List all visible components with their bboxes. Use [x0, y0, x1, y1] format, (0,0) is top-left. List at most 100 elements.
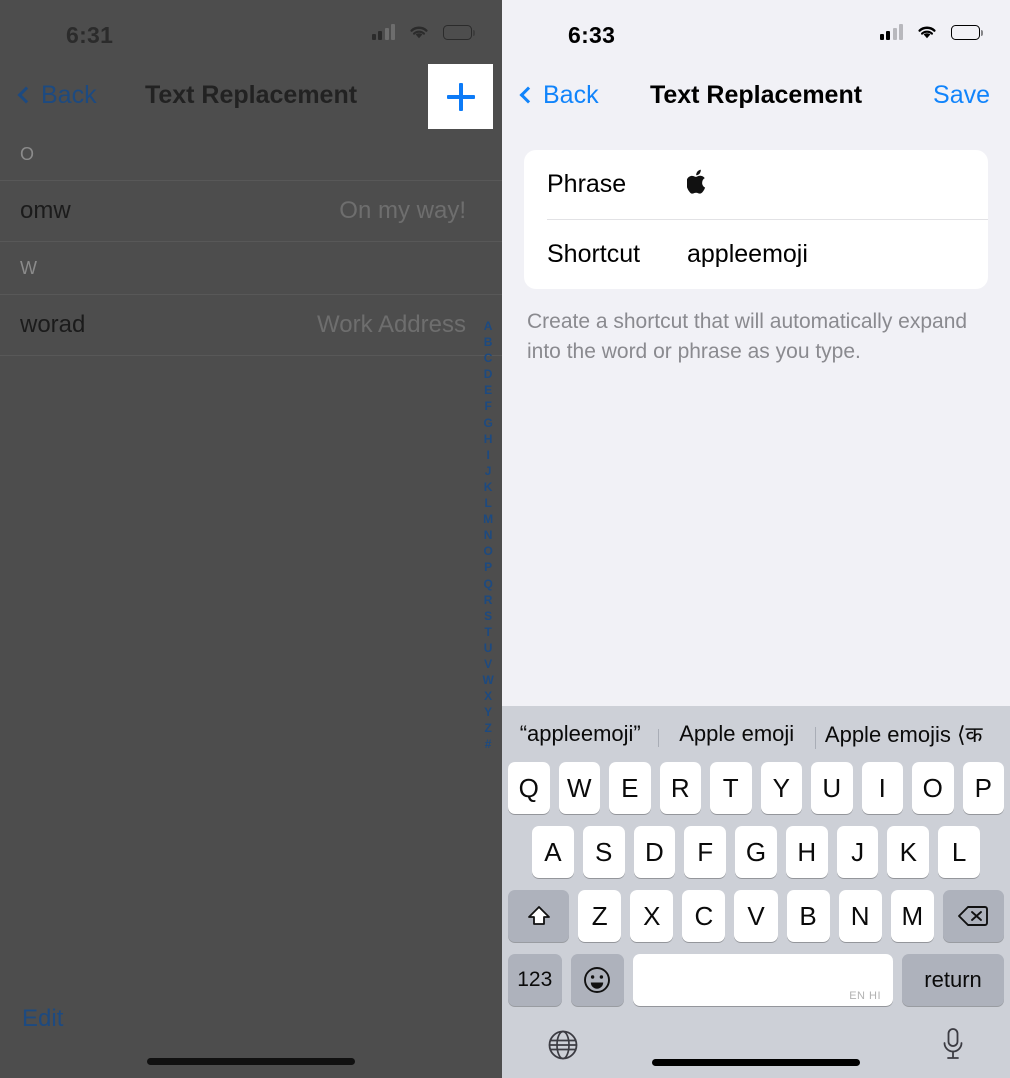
key-o[interactable]: O: [912, 762, 954, 814]
shortcut-row[interactable]: Shortcut appleemoji: [524, 220, 988, 289]
key-r[interactable]: R: [659, 762, 701, 814]
add-replacement-button[interactable]: [428, 64, 493, 129]
keyboard-row-3: ZXCVBNM: [502, 890, 1010, 942]
index-letter[interactable]: X: [484, 688, 492, 704]
space-language-label: EN HI: [849, 990, 882, 1002]
edit-button[interactable]: Edit: [22, 1005, 63, 1033]
index-letter[interactable]: C: [484, 350, 493, 366]
index-letter[interactable]: G: [483, 415, 493, 431]
emoji-key[interactable]: [570, 954, 625, 1006]
left-nav-bar: Back Text Replacement: [0, 62, 502, 128]
key-z[interactable]: Z: [578, 890, 622, 942]
key-u[interactable]: U: [811, 762, 853, 814]
right-phone-screen: 6:33 Back Text Replacement Save Phrase S…: [502, 0, 1010, 1078]
index-letter[interactable]: L: [484, 495, 492, 511]
key-p[interactable]: P: [962, 762, 1004, 814]
home-indicator: [652, 1059, 860, 1066]
index-letter[interactable]: O: [483, 543, 493, 559]
key-k[interactable]: K: [887, 826, 930, 878]
backspace-key[interactable]: [942, 890, 1005, 942]
index-letter[interactable]: S: [484, 608, 492, 624]
table-row[interactable]: worad Work Address: [0, 294, 502, 356]
index-letter[interactable]: W: [482, 672, 494, 688]
key-i[interactable]: I: [861, 762, 903, 814]
dictation-key[interactable]: [940, 1027, 966, 1068]
index-letter[interactable]: I: [486, 447, 490, 463]
key-s[interactable]: S: [582, 826, 625, 878]
table-row[interactable]: omw On my way!: [0, 180, 502, 242]
key-t[interactable]: T: [710, 762, 752, 814]
key-c[interactable]: C: [682, 890, 726, 942]
key-y[interactable]: Y: [760, 762, 802, 814]
key-w[interactable]: W: [558, 762, 600, 814]
back-button[interactable]: Back: [519, 80, 599, 110]
index-letter[interactable]: M: [483, 511, 493, 527]
key-h[interactable]: H: [785, 826, 828, 878]
index-letter[interactable]: H: [484, 431, 493, 447]
index-letter[interactable]: A: [484, 318, 493, 334]
key-g[interactable]: G: [735, 826, 777, 878]
index-letter[interactable]: T: [484, 624, 492, 640]
section-header: W: [20, 257, 37, 278]
keyboard-bottom-bar: [502, 1016, 1010, 1078]
phrase-input[interactable]: [686, 169, 709, 200]
key-x[interactable]: X: [630, 890, 674, 942]
key-a[interactable]: A: [531, 826, 574, 878]
key-q[interactable]: Q: [508, 762, 550, 814]
index-letter[interactable]: D: [484, 366, 493, 382]
index-letter[interactable]: J: [485, 463, 492, 479]
numbers-key[interactable]: 123: [508, 954, 562, 1006]
index-letter[interactable]: E: [484, 382, 492, 398]
index-letter[interactable]: V: [484, 656, 492, 672]
back-button[interactable]: Back: [17, 81, 97, 110]
index-letter[interactable]: N: [484, 527, 493, 543]
globe-key[interactable]: [546, 1028, 580, 1067]
form-help-text: Create a shortcut that will automaticall…: [527, 310, 968, 363]
return-key[interactable]: return: [902, 954, 1004, 1006]
index-letter[interactable]: P: [484, 559, 492, 575]
index-letter[interactable]: Q: [483, 576, 493, 592]
index-letter[interactable]: F: [484, 398, 492, 414]
shortcut-label: Shortcut: [547, 240, 641, 268]
status-icons: [371, 24, 476, 40]
key-d[interactable]: D: [633, 826, 676, 878]
back-label: Back: [543, 80, 599, 109]
shift-key[interactable]: [507, 890, 570, 942]
key-m[interactable]: M: [890, 890, 934, 942]
replacement-form-card: Phrase Shortcut appleemoji: [524, 150, 988, 289]
suggestion-3[interactable]: Apple emojis ⟨क: [814, 719, 1010, 749]
index-letter[interactable]: B: [484, 334, 493, 350]
plus-icon: [446, 82, 475, 111]
index-letter[interactable]: R: [484, 592, 493, 608]
space-key[interactable]: EN HI: [633, 954, 894, 1006]
text-replacement-list: O omw On my way! W worad Work Address: [0, 128, 502, 356]
alphabet-index[interactable]: A B C D E F G H I J K L M N O P Q R S T U V W X Y Z #: [482, 318, 494, 753]
key-l[interactable]: L: [938, 826, 981, 878]
suggestion-2[interactable]: Apple emoji: [658, 721, 814, 747]
keyboard-row-4: 123 EN HI return: [502, 954, 1010, 1006]
index-letter[interactable]: K: [484, 479, 493, 495]
save-button[interactable]: Save: [933, 81, 990, 110]
key-v[interactable]: V: [734, 890, 778, 942]
status-time: 6:31: [66, 22, 114, 48]
key-b[interactable]: B: [786, 890, 830, 942]
phrase-row[interactable]: Phrase: [524, 150, 988, 219]
key-n[interactable]: N: [838, 890, 882, 942]
key-j[interactable]: J: [836, 826, 879, 878]
shortcut-input[interactable]: appleemoji: [687, 240, 808, 269]
index-letter[interactable]: Z: [484, 720, 492, 736]
row-phrase: On my way!: [339, 197, 466, 224]
index-letter[interactable]: #: [485, 736, 492, 752]
chevron-left-icon: [17, 86, 35, 104]
key-e[interactable]: E: [609, 762, 651, 814]
emoji-smiley-icon: [584, 967, 611, 993]
battery-icon: [951, 24, 984, 40]
screenshot-root: 6:31 Back Text Replacement O omw On my w…: [0, 0, 1010, 1078]
suggestion-1[interactable]: “appleemoji”: [502, 721, 658, 747]
index-letter[interactable]: Y: [484, 704, 492, 720]
wifi-icon: [916, 24, 938, 40]
index-letter[interactable]: U: [484, 640, 493, 656]
section-header: O: [20, 143, 35, 164]
key-f[interactable]: F: [684, 826, 727, 878]
keyboard-row-2: ASDFGHJKL: [502, 826, 1010, 878]
